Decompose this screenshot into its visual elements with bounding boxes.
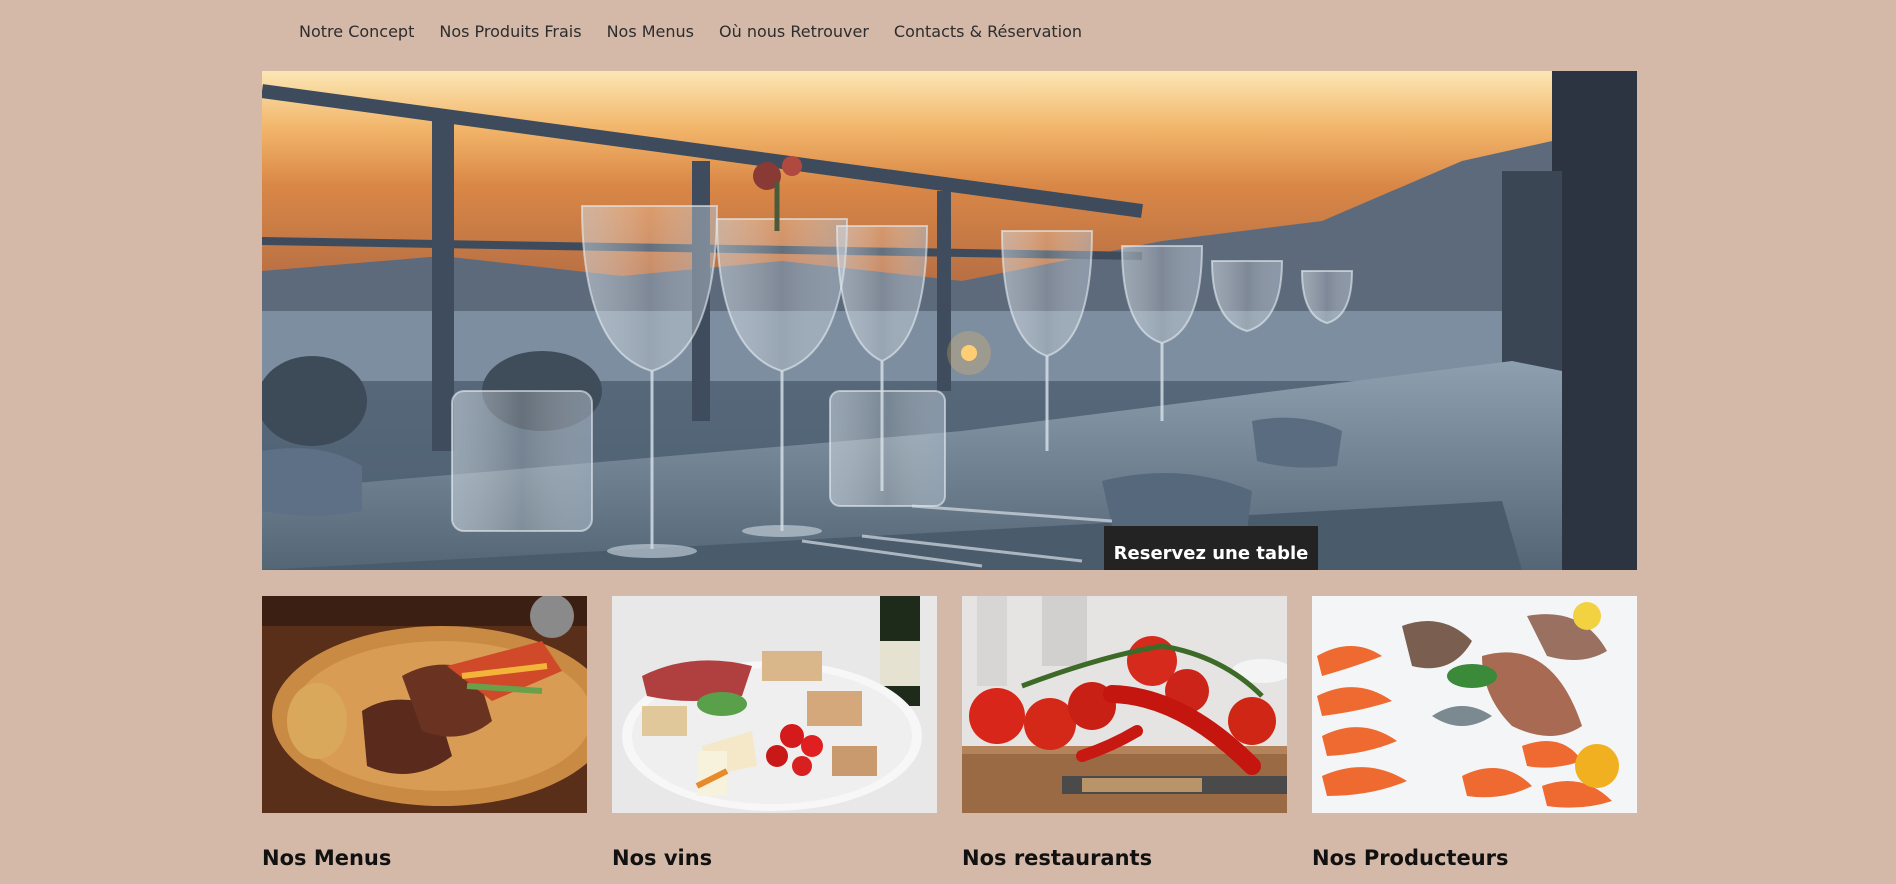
card-title-menus[interactable]: Nos Menus — [262, 846, 391, 870]
reserve-table-button[interactable]: Reservez une table — [1104, 526, 1318, 570]
card-image-seafood[interactable] — [1312, 596, 1637, 813]
card-restaurants[interactable]: Nos restaurants — [962, 596, 1287, 870]
card-image-steak[interactable] — [262, 596, 587, 813]
main-nav: Notre Concept Nos Produits Frais Nos Men… — [299, 22, 1082, 41]
card-menus[interactable]: Nos Menus — [262, 596, 587, 870]
hero-banner: Reservez une table — [262, 71, 1637, 570]
card-title-producteurs[interactable]: Nos Producteurs — [1312, 846, 1509, 870]
nav-item-contacts-reservation[interactable]: Contacts & Réservation — [894, 22, 1082, 41]
card-image-tomatoes[interactable] — [962, 596, 1287, 813]
nav-item-produits-frais[interactable]: Nos Produits Frais — [439, 22, 581, 41]
nav-item-menus[interactable]: Nos Menus — [607, 22, 694, 41]
hero-table-image — [262, 71, 1637, 570]
nav-item-retrouver[interactable]: Où nous Retrouver — [719, 22, 869, 41]
nav-item-notre-concept[interactable]: Notre Concept — [299, 22, 414, 41]
card-producteurs[interactable]: Nos Producteurs — [1312, 596, 1637, 870]
card-vins[interactable]: Nos vins — [612, 596, 937, 870]
card-image-wine-platter[interactable] — [612, 596, 937, 813]
card-title-vins[interactable]: Nos vins — [612, 846, 712, 870]
card-title-restaurants[interactable]: Nos restaurants — [962, 846, 1152, 870]
